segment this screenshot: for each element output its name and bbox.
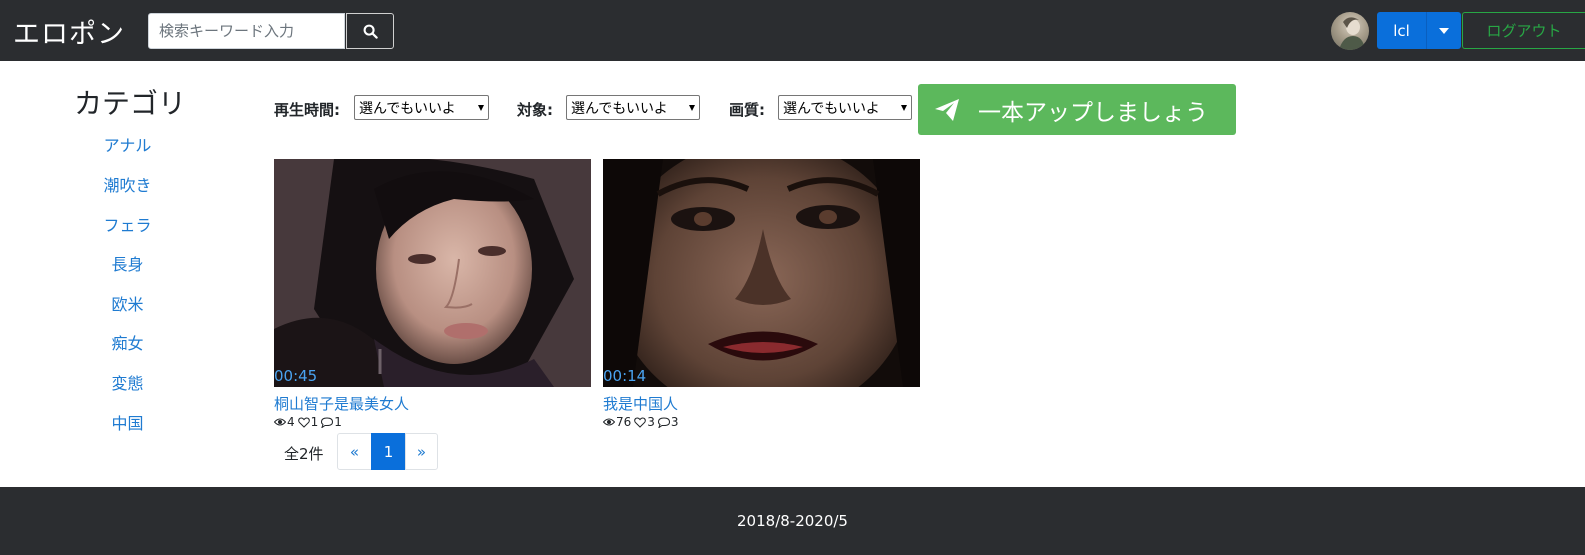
category-heading: カテゴリ	[74, 87, 187, 120]
eye-icon	[274, 418, 286, 426]
view-count: 76	[616, 415, 632, 429]
duration-filter-select[interactable]: 選んでもいいよ	[354, 95, 489, 120]
user-menu-toggle[interactable]	[1426, 12, 1461, 49]
duration-filter-label: 再生時間:	[274, 101, 340, 119]
upload-video-button[interactable]: 一本アップしましょう	[918, 84, 1236, 135]
upload-video-label: 一本アップしましょう	[978, 99, 1208, 126]
sidebar-item-western[interactable]: 欧米	[85, 291, 170, 315]
eye-icon	[603, 418, 615, 426]
sidebar-item-anal[interactable]: アナル	[85, 132, 170, 156]
quality-filter-value: 選んでもいいよ	[783, 100, 880, 117]
logout-button[interactable]: ログアウト	[1462, 12, 1585, 49]
chevron-down-icon	[689, 104, 695, 111]
comment-icon	[321, 416, 334, 428]
video-title-link[interactable]: 我是中国人	[603, 393, 678, 414]
comment-count: 1	[334, 415, 342, 429]
chevron-down-icon	[1439, 27, 1449, 34]
paper-plane-icon	[934, 98, 960, 122]
sidebar-item-hentai[interactable]: 変態	[85, 370, 170, 394]
comment-icon	[657, 416, 670, 428]
video-thumbnail[interactable]: 00:45	[274, 159, 591, 387]
pagination-next[interactable]: »	[405, 433, 438, 470]
sidebar-item-chijo[interactable]: 痴女	[85, 330, 170, 354]
search-icon	[363, 24, 378, 39]
comment-count: 3	[670, 415, 679, 429]
target-filter-select[interactable]: 選んでもいいよ	[566, 95, 700, 120]
heart-icon	[634, 416, 647, 428]
sidebar-item-squirting[interactable]: 潮吹き	[85, 172, 170, 196]
sidebar-item-tall[interactable]: 長身	[85, 251, 170, 275]
quality-filter-select[interactable]: 選んでもいいよ	[778, 95, 912, 120]
avatar[interactable]	[1331, 12, 1369, 50]
sidebar-item-china[interactable]: 中国	[85, 410, 170, 434]
video-stats: 76 3 3	[603, 415, 682, 429]
view-count: 4	[287, 415, 295, 429]
pagination-prev[interactable]: «	[337, 433, 372, 470]
search-input[interactable]	[148, 13, 345, 49]
video-duration: 00:45	[274, 367, 318, 385]
footer-text: 2018/8-2020/5	[737, 512, 848, 530]
like-count: 1	[310, 415, 319, 429]
result-total: 全2件	[284, 445, 324, 463]
navbar: エロポン lcl ログアウト	[0, 0, 1585, 61]
heart-icon	[297, 416, 310, 428]
sidebar-item-fella[interactable]: フェラ	[85, 212, 170, 236]
search-button[interactable]	[346, 13, 394, 49]
chevron-down-icon	[901, 104, 907, 111]
target-filter-value: 選んでもいいよ	[571, 100, 668, 117]
duration-filter-value: 選んでもいいよ	[359, 100, 456, 117]
video-duration: 00:14	[603, 367, 647, 385]
user-menu-button[interactable]: lcl	[1377, 12, 1426, 49]
video-stats: 4 1 1	[274, 415, 345, 429]
footer: 2018/8-2020/5	[0, 487, 1585, 555]
chevron-down-icon	[478, 104, 484, 111]
pagination-page-current[interactable]: 1	[371, 433, 406, 470]
brand-logo[interactable]: エロポン	[13, 12, 125, 51]
video-thumbnail[interactable]: 00:14	[603, 159, 920, 387]
video-title-link[interactable]: 桐山智子是最美女人	[274, 393, 409, 414]
like-count: 3	[647, 415, 655, 429]
target-filter-label: 対象:	[517, 101, 553, 119]
quality-filter-label: 画質:	[729, 101, 765, 119]
